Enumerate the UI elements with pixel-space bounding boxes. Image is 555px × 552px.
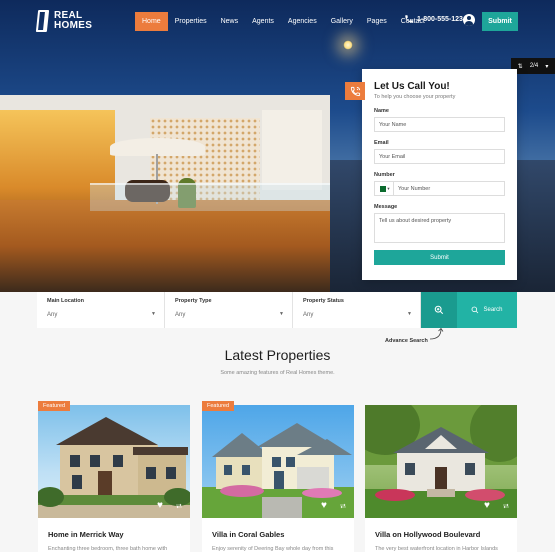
message-textarea[interactable]: Tell us about desired property [374, 213, 505, 243]
property-title[interactable]: Villa in Coral Gables [212, 530, 284, 539]
logo-line-2: HOMES [54, 20, 93, 31]
user-icon[interactable] [463, 14, 475, 26]
heart-icon[interactable]: ♥ [321, 500, 327, 511]
phone-call-icon [350, 86, 360, 96]
call-form: Let Us Call You! To help you choose your… [362, 69, 517, 280]
flag-icon [377, 185, 386, 192]
nav-gallery[interactable]: Gallery [324, 12, 360, 31]
property-card[interactable]: Home in Merrick Way Enchanting three bed… [38, 405, 190, 552]
message-label: Message [374, 204, 398, 210]
search-button[interactable]: Search [457, 292, 517, 328]
property-image[interactable] [365, 405, 517, 518]
heart-icon[interactable]: ♥ [484, 500, 490, 511]
property-image[interactable] [202, 405, 354, 518]
call-badge [345, 82, 365, 100]
compare-icon[interactable] [340, 503, 346, 509]
number-label: Number [374, 172, 395, 178]
heart-icon[interactable]: ♥ [157, 500, 163, 511]
name-label: Name [374, 108, 389, 114]
nav-properties[interactable]: Properties [168, 12, 214, 31]
caret-down-icon: ▼ [279, 311, 284, 317]
glass-railing [90, 183, 330, 211]
section-subtitle: Some amazing features of Real Homes them… [220, 370, 335, 376]
submit-property-button[interactable]: Submit [482, 12, 518, 31]
advance-search-toggle[interactable] [421, 292, 457, 328]
property-description: Enchanting three bedroom, three bath hom… [48, 546, 168, 552]
moon [343, 40, 353, 50]
country-select[interactable]: ▼ [374, 181, 394, 196]
slider-control[interactable]: ⇅ 2/4 ▾ [511, 58, 555, 74]
compare-icon[interactable] [503, 503, 509, 509]
name-input[interactable]: Your Name [374, 117, 505, 132]
number-input[interactable]: Your Number [394, 181, 505, 196]
advance-search-label[interactable]: Advance Search [385, 338, 428, 344]
nav-news[interactable]: News [214, 12, 246, 31]
nav-home[interactable]: Home [135, 12, 168, 31]
curved-arrow-icon [429, 327, 444, 340]
caret-down-icon: ▼ [151, 311, 156, 317]
call-form-title: Let Us Call You! [374, 81, 450, 92]
status-select[interactable]: Property Status Any ▼ [293, 292, 421, 328]
location-select[interactable]: Main Location Any ▼ [37, 292, 165, 328]
chevron-down-icon: ▾ [545, 63, 549, 70]
building-tower [262, 110, 322, 190]
property-title[interactable]: Home in Merrick Way [48, 530, 124, 539]
email-input[interactable]: Your Email [374, 149, 505, 164]
email-label: Email [374, 140, 389, 146]
featured-badge: Featured [38, 401, 71, 411]
caret-down-icon: ▼ [386, 186, 391, 191]
nav-agents[interactable]: Agents [245, 12, 281, 31]
featured-badge: Featured [202, 401, 235, 411]
section-title: Latest Properties [224, 347, 331, 363]
phone-number: 1-800-555-1234 [417, 15, 467, 23]
slider-counter: 2/4 [529, 63, 539, 69]
property-description: Enjoy serenity of Deering Bay whole day … [212, 546, 334, 552]
logo-icon [35, 10, 50, 32]
property-search: Main Location Any ▼ Property Type Any ▼ … [37, 292, 517, 328]
phone-field: ▼ Your Number [374, 181, 505, 196]
caret-down-icon: ▼ [407, 311, 412, 317]
property-image[interactable] [38, 405, 190, 518]
main-nav: Home Properties News Agents Agencies Gal… [135, 12, 432, 31]
property-card[interactable]: Villa on Hollywood Boulevard The very be… [365, 405, 517, 552]
compare-icon[interactable] [176, 503, 182, 509]
property-card[interactable]: Villa in Coral Gables Enjoy serenity of … [202, 405, 354, 552]
phone-link[interactable]: 1-800-555-1234 [404, 14, 467, 24]
search-icon [472, 306, 479, 314]
property-description: The very best waterfront location in Har… [375, 546, 498, 552]
call-form-subtitle: To help you choose your property [374, 94, 456, 100]
terrace-deck [0, 200, 330, 292]
phone-icon [405, 15, 413, 23]
zoom-in-icon [434, 305, 444, 315]
nav-pages[interactable]: Pages [360, 12, 394, 31]
logo[interactable]: REAL HOMES [35, 10, 93, 32]
property-title[interactable]: Villa on Hollywood Boulevard [375, 530, 480, 539]
type-select[interactable]: Property Type Any ▼ [165, 292, 293, 328]
nav-agencies[interactable]: Agencies [281, 12, 324, 31]
call-form-submit-button[interactable]: Submit [374, 250, 505, 265]
swap-icon: ⇅ [517, 63, 523, 70]
